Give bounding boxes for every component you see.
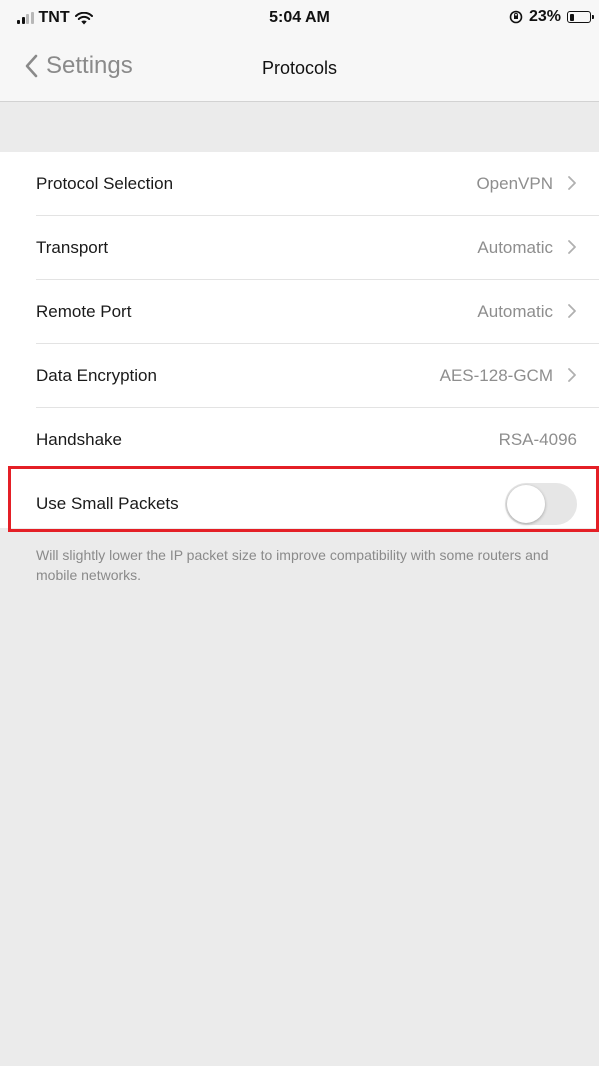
status-right: 23% [509, 8, 594, 26]
row-label: Use Small Packets [36, 494, 179, 513]
toggle-knob [507, 485, 545, 523]
handshake-row: Handshake RSA-4096 [0, 408, 599, 472]
row-value: Automatic [477, 238, 553, 257]
row-value: OpenVPN [476, 174, 553, 193]
row-value: Automatic [477, 302, 553, 321]
row-label: Transport [36, 238, 109, 257]
orientation-lock-icon [509, 10, 523, 24]
data-encryption-row[interactable]: Data Encryption AES-128-GCM [0, 344, 599, 408]
chevron-right-icon [568, 304, 576, 318]
status-bar: TNT 5:04 AM 23% [0, 0, 599, 34]
page-title: Protocols [261, 58, 338, 78]
use-small-packets-toggle[interactable] [505, 483, 577, 525]
row-label: Data Encryption [36, 366, 157, 385]
chevron-right-icon [568, 368, 576, 382]
remote-port-row[interactable]: Remote Port Automatic [0, 280, 599, 344]
protocol-settings-list: Protocol Selection OpenVPN Transport Aut… [0, 152, 599, 472]
nav-bar: Settings Protocols [0, 44, 599, 94]
row-label: Protocol Selection [36, 174, 174, 193]
protocol-selection-row[interactable]: Protocol Selection OpenVPN [0, 152, 599, 216]
row-label: Remote Port [36, 302, 132, 321]
section-spacer [0, 102, 599, 152]
row-value: RSA-4096 [498, 430, 577, 449]
small-packets-description: Will slightly lower the IP packet size t… [36, 547, 549, 583]
transport-row[interactable]: Transport Automatic [0, 216, 599, 280]
chevron-right-icon [568, 240, 576, 254]
screen: TNT 5:04 AM 23% Settings Protocols Proto… [0, 0, 599, 1066]
battery-percent: 23% [528, 8, 561, 25]
row-value: AES-128-GCM [439, 366, 553, 385]
battery-icon [567, 11, 594, 23]
use-small-packets-row: Use Small Packets [0, 472, 599, 528]
header-area: TNT 5:04 AM 23% Settings Protocols [0, 0, 599, 102]
chevron-right-icon [568, 176, 576, 190]
row-label: Handshake [36, 430, 123, 449]
